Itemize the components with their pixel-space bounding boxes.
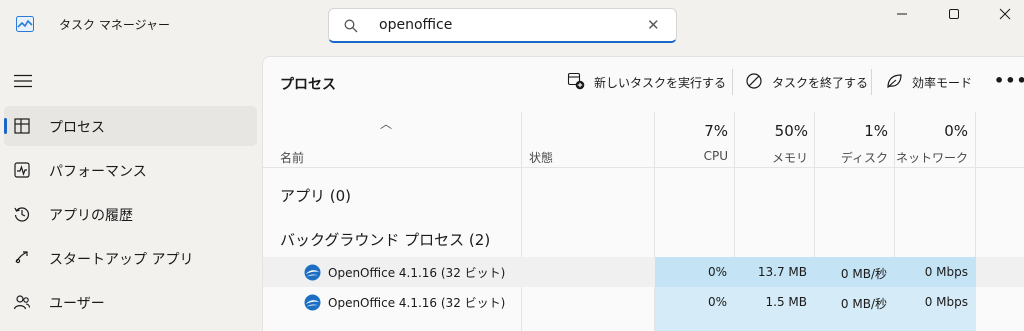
run-new-task-button[interactable]: 新しいタスクを実行する (567, 71, 726, 93)
memory-cell: 1.5 MB (735, 287, 815, 317)
openoffice-icon (304, 264, 321, 281)
openoffice-icon (304, 294, 321, 311)
processes-icon (14, 118, 30, 134)
performance-icon (14, 162, 30, 178)
sidebar: プロセス パフォーマンス アプリの履歴 スタートアップ アプリ ユーザー (0, 52, 262, 331)
processes-panel: プロセス 新しいタスクを実行する タスクを終了する 効率モード ••• (262, 56, 1024, 331)
column-header-network[interactable]: ネットワーク (895, 149, 968, 166)
column-header-memory[interactable]: メモリ (735, 149, 808, 166)
table-row[interactable]: OpenOffice 4.1.16 (32 ビット) 0% 1.5 MB 0 M… (263, 287, 1024, 317)
task-manager-icon (16, 16, 34, 32)
page-title: プロセス (280, 77, 336, 93)
apps-group-header[interactable]: アプリ (0) (280, 185, 351, 206)
process-name: OpenOffice 4.1.16 (32 ビット) (328, 296, 506, 310)
new-task-icon (567, 72, 585, 90)
sidebar-item-label: スタートアップ アプリ (49, 252, 194, 268)
end-task-label: タスクを終了する (772, 76, 869, 90)
users-icon (13, 295, 31, 310)
close-icon[interactable]: ✕ (647, 18, 660, 33)
title-bar: タスク マネージャー openoffice ✕ (0, 0, 1024, 52)
memory-total[interactable]: 50% (735, 122, 808, 140)
sidebar-item-startup-apps[interactable]: スタートアップ アプリ (4, 238, 257, 278)
end-task-button[interactable]: タスクを終了する (745, 71, 869, 93)
sidebar-item-label: プロセス (49, 120, 105, 136)
end-task-icon (746, 73, 762, 89)
chevron-up-icon[interactable]: ︿ (380, 115, 392, 132)
sidebar-item-app-history[interactable]: アプリの履歴 (4, 194, 257, 234)
sidebar-item-users[interactable]: ユーザー (4, 282, 257, 322)
window-title: タスク マネージャー (59, 18, 170, 32)
network-cell: 0 Mbps (895, 257, 976, 287)
memory-cell: 13.7 MB (735, 257, 815, 287)
sidebar-item-label: パフォーマンス (49, 164, 147, 180)
search-icon (344, 19, 358, 33)
network-cell: 0 Mbps (895, 287, 976, 317)
minimize-icon[interactable] (889, 4, 915, 24)
run-new-task-label: 新しいタスクを実行する (594, 76, 727, 90)
efficiency-mode-label: 効率モード (912, 76, 973, 90)
startup-icon (15, 251, 28, 264)
column-header-disk[interactable]: ディスク (815, 149, 888, 166)
cpu-cell: 0% (655, 257, 735, 287)
table-row[interactable]: OpenOffice 4.1.16 (32 ビット) 0% 13.7 MB 0 … (263, 257, 1024, 287)
disk-cell: 0 MB/秒 (815, 287, 895, 317)
efficiency-mode-button[interactable]: 効率モード (885, 71, 975, 93)
column-header-cpu[interactable]: CPU (655, 149, 728, 163)
disk-total[interactable]: 1% (815, 122, 888, 140)
toolbar-divider (871, 69, 872, 95)
column-header-status[interactable]: 状態 (529, 149, 553, 166)
cpu-cell: 0% (655, 287, 735, 317)
maximize-icon[interactable] (941, 4, 967, 24)
search-input[interactable]: openoffice (379, 17, 452, 33)
active-indicator (4, 118, 7, 134)
history-icon (14, 207, 30, 222)
sidebar-item-performance[interactable]: パフォーマンス (4, 150, 257, 190)
sidebar-item-label: ユーザー (49, 296, 105, 312)
background-group-header[interactable]: バックグラウンド プロセス (2) (280, 229, 490, 250)
heatmap-fill (655, 317, 976, 331)
hamburger-menu-icon[interactable] (14, 74, 32, 88)
sidebar-item-label: アプリの履歴 (49, 208, 133, 224)
header-divider (263, 167, 1024, 168)
leaf-icon (887, 74, 902, 88)
network-total[interactable]: 0% (895, 122, 968, 140)
sidebar-item-processes[interactable]: プロセス (4, 106, 257, 146)
cpu-total[interactable]: 7% (655, 122, 728, 140)
toolbar-divider (732, 69, 733, 95)
column-header-name[interactable]: 名前 (280, 149, 304, 166)
process-name: OpenOffice 4.1.16 (32 ビット) (328, 266, 506, 280)
disk-cell: 0 MB/秒 (815, 257, 895, 287)
more-options-icon[interactable]: ••• (994, 71, 1024, 90)
close-window-icon[interactable] (992, 4, 1018, 24)
search-box[interactable]: openoffice ✕ (328, 8, 677, 43)
